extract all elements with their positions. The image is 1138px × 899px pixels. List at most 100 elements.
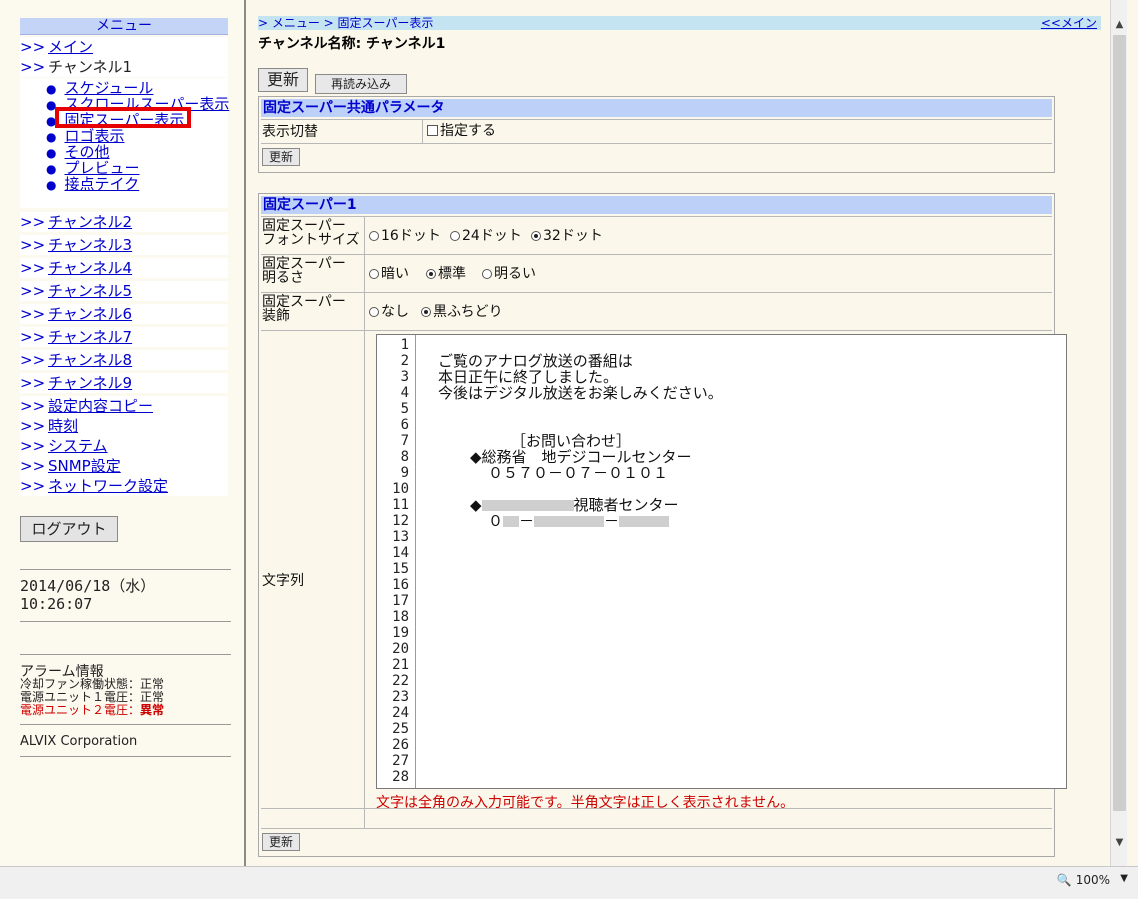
bright-radio-bright[interactable]: 明るい	[482, 266, 536, 282]
nav-main-link[interactable]: メイン	[48, 38, 93, 56]
font-size-label-line1: 固定スーパー	[262, 218, 346, 234]
vertical-scrollbar[interactable]: ▲ ▼	[1110, 0, 1128, 866]
nav-system-link[interactable]: システム	[48, 437, 108, 455]
nav-channel4[interactable]: >> チャンネル4	[20, 258, 228, 278]
line-number: 10	[392, 481, 409, 497]
nav-channel8-link[interactable]: チャンネル8	[48, 351, 132, 369]
arrow-icon: >>	[20, 351, 46, 369]
radio-icon[interactable]	[369, 269, 379, 279]
nav-time[interactable]: >> 時刻	[20, 416, 228, 436]
logout-button[interactable]: ログアウト	[20, 516, 118, 542]
display-toggle-checkbox[interactable]: 指定する	[427, 123, 496, 139]
radio-icon[interactable]	[450, 231, 460, 241]
nav-network-link[interactable]: ネットワーク設定	[48, 477, 168, 495]
nav-channel9-link[interactable]: チャンネル9	[48, 374, 132, 392]
common-params-title: 固定スーパー共通パラメータ	[261, 99, 1052, 117]
nav-settings-copy-link[interactable]: 設定内容コピー	[48, 397, 153, 415]
zoom-level[interactable]: 🔍 100%	[1057, 873, 1110, 887]
nav-channel8[interactable]: >> チャンネル8	[20, 350, 228, 370]
radio-selected-icon[interactable]	[426, 269, 436, 279]
scrollbar-thumb[interactable]	[1113, 35, 1126, 811]
submenu-schedule[interactable]: ● スケジュール	[46, 80, 153, 96]
nav-channel5[interactable]: >> チャンネル5	[20, 281, 228, 301]
font-radio-32[interactable]: 32ドット	[531, 228, 603, 244]
divider	[20, 569, 231, 570]
text-input-area[interactable]: 1 2 3 4 5 6 7 8 9 10 11 12 13 14 15 16 17 18 19 20 21 22 23 24 2…	[376, 334, 1067, 789]
deco-radio-outline[interactable]: 黒ふちどり	[421, 304, 503, 320]
deco-radio-none[interactable]: なし	[369, 304, 409, 320]
nav-channel1[interactable]: >> チャンネル1	[20, 57, 228, 77]
fixed-super1-panel: 固定スーパー1 固定スーパー フォントサイズ 16ドット 24ドット 32ドット …	[258, 193, 1067, 857]
arrow-icon: >>	[20, 259, 46, 277]
redacted-block	[481, 500, 574, 511]
nav-channel2-link[interactable]: チャンネル2	[48, 213, 132, 231]
submenu-logo[interactable]: ● ロゴ表示	[46, 128, 125, 144]
update-button[interactable]: 更新	[258, 68, 308, 92]
bullet-icon: ●	[46, 82, 57, 96]
nav-channel6[interactable]: >> チャンネル6	[20, 304, 228, 324]
nav-channel3-link[interactable]: チャンネル3	[48, 236, 132, 254]
nav-network[interactable]: >> ネットワーク設定	[20, 476, 228, 496]
channel1-submenu: ● スケジュール ● スクロールスーパー表示 ● 固定スーパー表示 ● ロゴ表示 ● その…	[20, 78, 229, 208]
checkbox-icon[interactable]	[427, 125, 438, 136]
nav-channel4-link[interactable]: チャンネル4	[48, 259, 132, 277]
radio-selected-icon[interactable]	[421, 307, 431, 317]
divider	[261, 292, 1052, 293]
line-number: 21	[392, 657, 409, 673]
nav-channel7-link[interactable]: チャンネル7	[48, 328, 132, 346]
radio-icon[interactable]	[369, 307, 379, 317]
bright-radio-dark[interactable]: 暗い	[369, 266, 409, 282]
reload-button[interactable]: 再読み込み	[315, 74, 407, 94]
submenu-contact-take[interactable]: ● 接点テイク	[46, 176, 139, 192]
divider	[20, 756, 231, 757]
nav-snmp[interactable]: >> SNMP設定	[20, 456, 228, 476]
nav-channel1-label: チャンネル1	[48, 58, 133, 76]
text-line-9: ０５７０－０７－０１０１	[488, 464, 669, 482]
nav-channel3[interactable]: >> チャンネル3	[20, 235, 228, 255]
text-line-12-a: ０	[488, 512, 504, 530]
text-line-3: 本日正午に終了しました。	[438, 368, 619, 386]
divider	[20, 621, 231, 622]
bright-radio-normal[interactable]: 標準	[426, 266, 466, 282]
common-update-button[interactable]: 更新	[262, 148, 300, 166]
divider	[261, 254, 1052, 255]
redacted-block	[619, 516, 670, 527]
divider	[20, 654, 231, 655]
nav-time-link[interactable]: 時刻	[48, 417, 78, 435]
text-line-12: ０ － －	[488, 512, 670, 530]
text-line-11-suffix: 視聴者センター	[573, 496, 679, 514]
line-number: 1	[400, 337, 409, 353]
radio-icon[interactable]	[482, 269, 492, 279]
scroll-down-icon[interactable]: ▼	[1111, 834, 1128, 851]
submenu-other[interactable]: ● その他	[46, 144, 110, 160]
breadcrumb-path[interactable]: > メニュー > 固定スーパー表示	[258, 16, 433, 30]
zoom-dropdown-icon[interactable]: ▼	[1120, 873, 1128, 884]
main-content: > メニュー > 固定スーパー表示 <<メイン チャンネル名称: チャンネル1 …	[246, 0, 1110, 866]
submenu-contact-take-link[interactable]: 接点テイク	[64, 175, 139, 193]
nav-main[interactable]: >> メイン	[20, 37, 228, 57]
back-to-main-link[interactable]: <<メイン	[1041, 16, 1097, 30]
redacted-block	[534, 516, 605, 527]
line-number: 17	[392, 593, 409, 609]
font-radio-24[interactable]: 24ドット	[450, 228, 522, 244]
brightness-label-line2: 明るさ	[262, 270, 304, 286]
scroll-up-icon[interactable]: ▲	[1111, 16, 1128, 33]
super1-update-button[interactable]: 更新	[262, 833, 300, 851]
nav-channel7[interactable]: >> チャンネル7	[20, 327, 228, 347]
radio-icon[interactable]	[369, 231, 379, 241]
font-radio-16[interactable]: 16ドット	[369, 228, 441, 244]
nav-channel6-link[interactable]: チャンネル6	[48, 305, 132, 323]
line-number: 9	[400, 465, 409, 481]
nav-settings-copy[interactable]: >> 設定内容コピー	[20, 396, 228, 416]
nav-channel2[interactable]: >> チャンネル2	[20, 212, 228, 232]
radio-selected-icon[interactable]	[531, 231, 541, 241]
font-radio-32-label: 32ドット	[543, 228, 603, 244]
nav-channel5-link[interactable]: チャンネル5	[48, 282, 132, 300]
submenu-preview[interactable]: ● プレビュー	[46, 160, 140, 176]
nav-channel9[interactable]: >> チャンネル9	[20, 373, 228, 393]
bullet-icon: ●	[46, 162, 57, 176]
line-number: 6	[400, 417, 409, 433]
nav-system[interactable]: >> システム	[20, 436, 228, 456]
line-number: 19	[392, 625, 409, 641]
nav-snmp-link[interactable]: SNMP設定	[48, 457, 121, 475]
